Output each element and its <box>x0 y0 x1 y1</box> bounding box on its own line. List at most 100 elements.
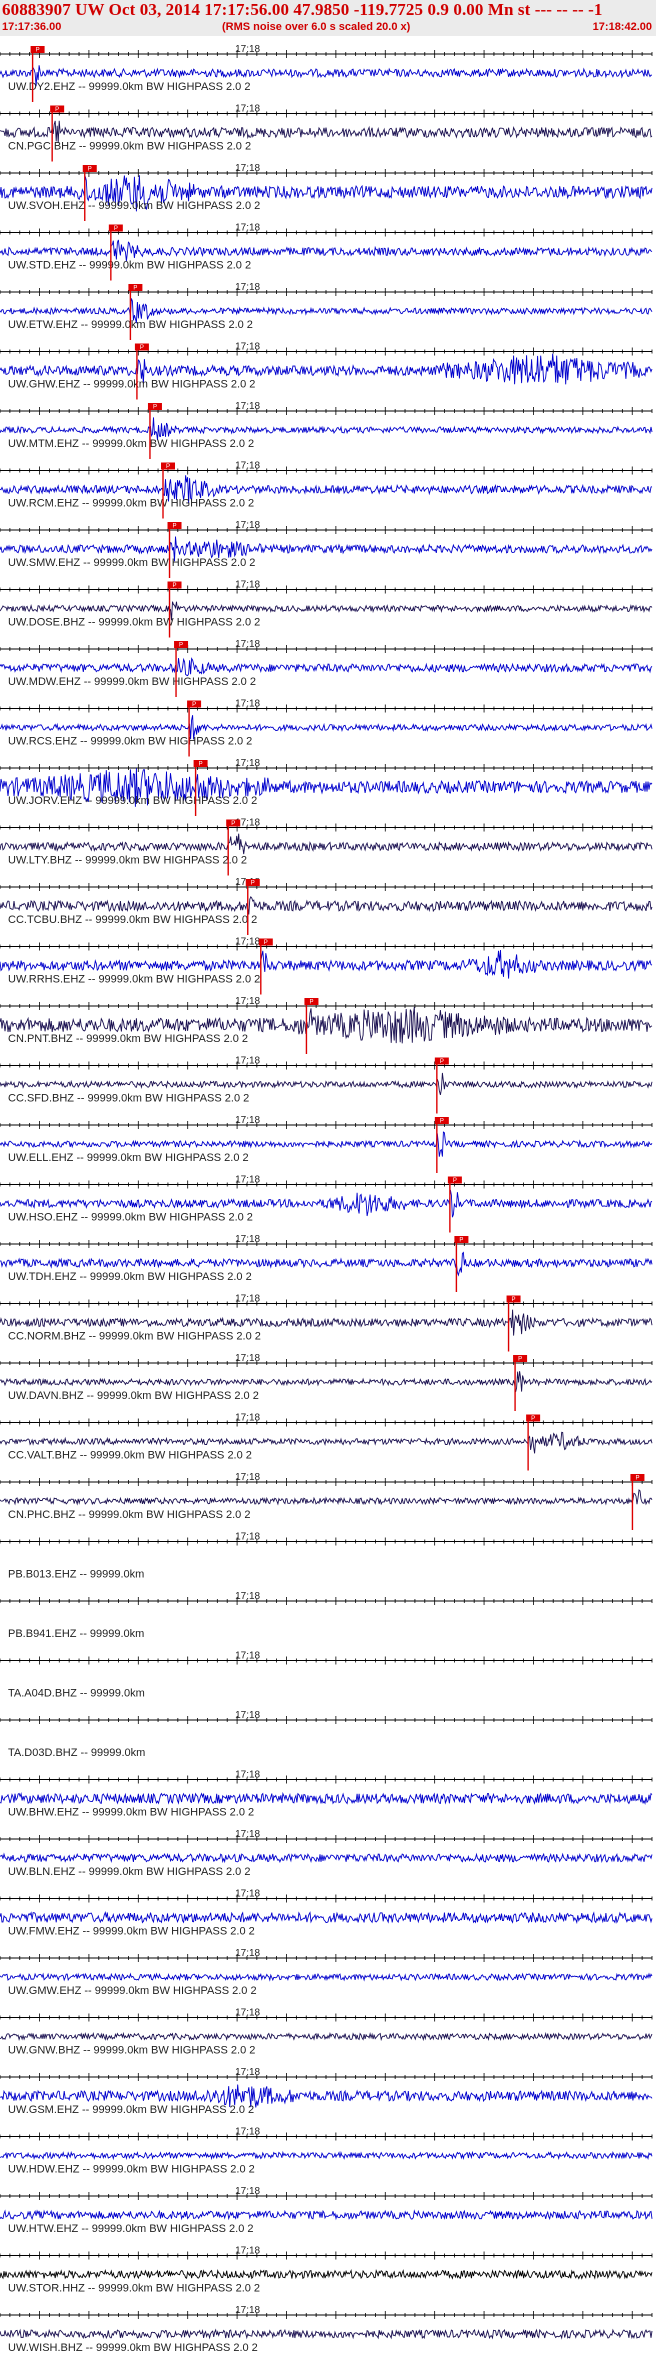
trace-row: 17:18 CN.PHC.BHZ -- 99999.0km BW HIGHPASS… <box>0 1472 653 1530</box>
pick-label: P <box>153 405 157 411</box>
waveform <box>0 2328 653 2340</box>
channel-label: TA.A04D.BHZ -- 99999.0km <box>8 1688 145 1700</box>
minute-tick-label: 17:18 <box>235 937 260 948</box>
trace-row: 17:18 UW.GSM.EHZ -- 99999.0km BW HIGHPASS… <box>0 2067 653 2116</box>
channel-label: UW.STOR.HHZ -- 99999.0km BW HIGHPASS 2.0… <box>8 2283 260 2295</box>
pick-label: P <box>440 1119 444 1125</box>
pick-label: P <box>518 1357 522 1363</box>
channel-label: CC.SFD.BHZ -- 99999.0km BW HIGHPASS 2.0 … <box>8 1093 249 1105</box>
trace-row: 17:18 UW.HTW.EHZ -- 99999.0km BW HIGHPASS… <box>0 2186 653 2235</box>
pick-label: P <box>251 881 255 887</box>
waveform <box>0 239 653 262</box>
minute-tick-label: 17:18 <box>235 996 260 1007</box>
trace-row: 17:18 UW.GHW.EHZ -- 99999.0km BW HIGHPASS… <box>0 342 653 400</box>
pick-label: P <box>192 702 196 708</box>
trace-row: 17:18 UW.HDW.EHZ -- 99999.0km BW HIGHPASS… <box>0 2127 653 2176</box>
minute-tick-label: 17:18 <box>235 223 260 234</box>
trace-row: 17:18 UW.SMW.EHZ -- 99999.0km BW HIGHPASS… <box>0 520 653 578</box>
pick-label: P <box>199 762 203 768</box>
minute-tick-label: 17:18 <box>235 2186 260 2197</box>
channel-label: UW.DOSE.BHZ -- 99999.0km BW HIGHPASS 2.0… <box>8 617 260 629</box>
minute-tick-label: 17:18 <box>235 699 260 710</box>
pick-label: P <box>140 345 144 351</box>
channel-label: UW.BLN.EHZ -- 99999.0km BW HIGHPASS 2.0 … <box>8 1866 250 1878</box>
minute-tick-label: 17:18 <box>235 104 260 115</box>
end-time: 17:18:42.00 <box>592 21 652 33</box>
pick-label: P <box>114 226 118 232</box>
event-title: 60883907 UW Oct 03, 2014 17:17:56.00 47.… <box>2 0 603 19</box>
channel-label: UW.HDW.EHZ -- 99999.0km BW HIGHPASS 2.0 … <box>8 2164 255 2176</box>
waveform <box>0 833 653 855</box>
pick-label: P <box>173 524 177 530</box>
minute-tick-label: 17:18 <box>235 2008 260 2019</box>
pick-label: P <box>512 1297 516 1303</box>
pick-label: P <box>459 1238 463 1244</box>
minute-tick-label: 17:18 <box>235 461 260 472</box>
trace-row: 17:18 PB.B013.EHZ -- 99999.0km <box>0 1532 653 1581</box>
minute-tick-label: 17:18 <box>235 1472 260 1483</box>
trace-row: 17:18UW.LTY.BHZ -- 99999.0km BW HIGHPASS… <box>0 818 653 876</box>
pick-label: P <box>133 286 137 292</box>
waveform <box>0 417 653 441</box>
minute-tick-label: 17:18 <box>235 1056 260 1067</box>
trace-row: 17:18 UW.RRHS.EHZ -- 99999.0km BW HIGHPAS… <box>0 937 653 995</box>
channel-label: UW.WISH.BHZ -- 99999.0km BW HIGHPASS 2.0… <box>8 2342 258 2354</box>
waveform <box>0 657 653 677</box>
waveform <box>0 2031 653 2042</box>
trace-row: 17:18 CC.SFD.BHZ -- 99999.0km BW HIGHPASS… <box>0 1056 653 1114</box>
trace-row: 17:18 UW.BLN.EHZ -- 99999.0km BW HIGHPASS… <box>0 1829 653 1878</box>
minute-tick-label: 17:18 <box>235 1353 260 1364</box>
channel-label: UW.SMW.EHZ -- 99999.0km BW HIGHPASS 2.0 … <box>8 557 255 569</box>
trace-row: 17:18 PB.B941.EHZ -- 99999.0km <box>0 1591 653 1640</box>
channel-label: CC.NORM.BHZ -- 99999.0km BW HIGHPASS 2.0… <box>8 1331 261 1343</box>
pick-label: P <box>88 167 92 173</box>
channel-label: CN.PHC.BHZ -- 99999.0km BW HIGHPASS 2.0 … <box>8 1509 250 1521</box>
channel-label: UW.HTW.EHZ -- 99999.0km BW HIGHPASS 2.0 … <box>8 2223 254 2235</box>
waveform <box>0 2150 653 2161</box>
channel-label: UW.SVOH.EHZ -- 99999.0km BW HIGHPASS 2.0… <box>8 200 260 212</box>
pick-label: P <box>179 643 183 649</box>
pick-label: P <box>531 1416 535 1422</box>
channel-label: UW.RCM.EHZ -- 99999.0km BW HIGHPASS 2.0 … <box>8 498 254 510</box>
minute-tick-label: 17:18 <box>235 2067 260 2078</box>
trace-row: 17:18 UW.MDW.EHZ -- 99999.0km BW HIGHPASS… <box>0 639 653 697</box>
trace-row: 17:18 UW.STD.EHZ -- 99999.0km BW HIGHPASS… <box>0 223 653 281</box>
minute-tick-label: 17:18 <box>235 1948 260 1959</box>
channel-label: TA.D03D.BHZ -- 99999.0km <box>8 1747 145 1759</box>
trace-row: 17:18 UW.JORV.EHZ -- 99999.0km BW HIGHPAS… <box>0 758 653 816</box>
minute-tick-label: 17:18 <box>235 1651 260 1662</box>
minute-tick-label: 17:18 <box>235 1234 260 1245</box>
channel-label: UW.GHW.EHZ -- 99999.0km BW HIGHPASS 2.0 … <box>8 379 255 391</box>
channel-label: UW.FMW.EHZ -- 99999.0km BW HIGHPASS 2.0 … <box>8 1926 255 1938</box>
channel-label: UW.MDW.EHZ -- 99999.0km BW HIGHPASS 2.0 … <box>8 676 256 688</box>
channel-label: UW.GSM.EHZ -- 99999.0km BW HIGHPASS 2.0 … <box>8 2104 254 2116</box>
minute-tick-label: 17:18 <box>235 44 260 55</box>
pick-label: P <box>440 1059 444 1065</box>
minute-tick-label: 17:18 <box>235 1294 260 1305</box>
trace-row: 17:18 UW.HSO.EHZ -- 99999.0km BW HIGHPASS… <box>0 1175 653 1233</box>
trace-row: 17:18 CN.PGC.BHZ -- 99999.0km BW HIGHPASS… <box>0 104 653 162</box>
minute-tick-label: 17:18 <box>235 282 260 293</box>
trace-row: 17:18 UW.BHW.EHZ -- 99999.0km BW HIGHPASS… <box>0 1770 653 1819</box>
trace-row: 17:18 UW.RCM.EHZ -- 99999.0km BW HIGHPASS… <box>0 461 653 519</box>
trace-row: 17:18 UW.DAVN.BHZ -- 99999.0km BW HIGHPAS… <box>0 1353 653 1411</box>
pick-label: P <box>231 821 235 827</box>
trace-row: 17:18 CN.PNT.BHZ -- 99999.0km BW HIGHPASS… <box>0 996 653 1054</box>
channel-label: UW.ELL.EHZ -- 99999.0km BW HIGHPASS 2.0 … <box>8 1152 249 1164</box>
trace-row: 17:18 UW.DOSE.BHZ -- 99999.0km BW HIGHPAS… <box>0 580 653 638</box>
minute-tick-label: 17:18 <box>235 1829 260 1840</box>
waveform <box>0 896 653 915</box>
start-time: 17:17:36.00 <box>2 21 62 33</box>
channel-label: UW.MTM.EHZ -- 99999.0km BW HIGHPASS 2.0 … <box>8 438 254 450</box>
trace-row: 17:18 CC.VALT.BHZ -- 99999.0km BW HIGHPAS… <box>0 1413 653 1471</box>
minute-tick-label: 17:18 <box>235 1413 260 1424</box>
waveform <box>0 1972 653 1982</box>
pick-label: P <box>453 1178 457 1184</box>
channel-label: UW.TDH.EHZ -- 99999.0km BW HIGHPASS 2.0 … <box>8 1271 252 1283</box>
channel-label: UW.STD.EHZ -- 99999.0km BW HIGHPASS 2.0 … <box>8 260 251 272</box>
minute-tick-label: 17:18 <box>235 1532 260 1543</box>
pick-label: P <box>264 940 268 946</box>
trace-row: 17:18 UW.MTM.EHZ -- 99999.0km BW HIGHPASS… <box>0 401 653 459</box>
channel-label: CC.VALT.BHZ -- 99999.0km BW HIGHPASS 2.0… <box>8 1450 252 1462</box>
trace-row: 17:18 TA.D03D.BHZ -- 99999.0km <box>0 1710 653 1759</box>
